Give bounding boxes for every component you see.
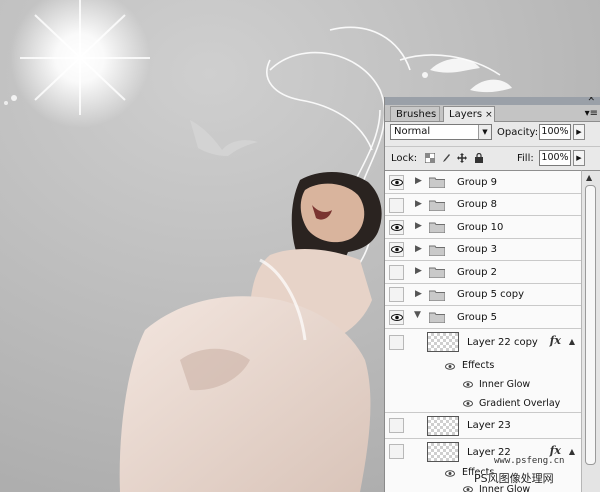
layer-row-group-10[interactable]: ▶ Group 10 bbox=[385, 216, 581, 239]
visibility-toggle[interactable] bbox=[389, 265, 404, 280]
lock-label: Lock: bbox=[391, 153, 418, 164]
tab-brushes[interactable]: Brushes bbox=[390, 106, 440, 121]
lock-move-icon[interactable] bbox=[457, 153, 467, 163]
eye-icon bbox=[391, 224, 403, 231]
visibility-toggle[interactable] bbox=[389, 287, 404, 302]
folder-icon bbox=[429, 267, 445, 278]
watermark-name: PS风图像处理网 bbox=[474, 472, 554, 485]
folder-icon bbox=[429, 222, 445, 233]
blend-mode-select[interactable]: Normal ▼ bbox=[390, 124, 492, 140]
opacity-input[interactable]: 100% bbox=[539, 124, 571, 140]
layers-scrollbar[interactable]: ▲ bbox=[581, 170, 600, 492]
opacity-slider-button[interactable]: ▶ bbox=[573, 124, 585, 140]
eye-icon bbox=[391, 314, 403, 321]
visibility-toggle[interactable] bbox=[389, 335, 404, 350]
layer-row-group-5-copy[interactable]: ▶ Group 5 copy bbox=[385, 284, 581, 306]
expand-triangle-icon[interactable]: ▶ bbox=[415, 176, 422, 186]
expand-triangle-icon[interactable]: ▶ bbox=[415, 221, 422, 231]
layer-name: Group 3 bbox=[457, 244, 497, 255]
visibility-toggle[interactable] bbox=[389, 310, 404, 325]
eye-icon[interactable] bbox=[445, 470, 455, 477]
layers-panel: ✕ Brushes Layers × ▾≡ Normal ▼ Opacity: 1… bbox=[384, 97, 600, 492]
expand-triangle-icon[interactable]: ▶ bbox=[415, 199, 422, 209]
opacity-label: Opacity: bbox=[497, 127, 539, 138]
effect-name: Gradient Overlay bbox=[479, 398, 561, 409]
scroll-up-icon[interactable]: ▲ bbox=[586, 173, 592, 182]
layer-thumbnail bbox=[427, 442, 459, 462]
scrollbar-thumb[interactable] bbox=[585, 185, 596, 465]
watermark-url: www.psfeng.cn bbox=[494, 456, 565, 466]
eye-icon[interactable] bbox=[445, 363, 455, 370]
effects-label: Effects bbox=[462, 360, 495, 371]
layer-name: Group 10 bbox=[457, 222, 504, 233]
layer-row-layer-22-copy[interactable]: Layer 22 copy fx ▲ bbox=[385, 329, 581, 357]
layer-name: Group 9 bbox=[457, 177, 497, 188]
layer-row-group-5[interactable]: ▼ Group 5 bbox=[385, 306, 581, 329]
expand-triangle-icon[interactable]: ▶ bbox=[415, 289, 422, 299]
fx-icon[interactable]: fx bbox=[550, 334, 561, 347]
eye-icon[interactable] bbox=[463, 486, 473, 492]
visibility-toggle[interactable] bbox=[389, 220, 404, 235]
folder-icon bbox=[429, 200, 445, 211]
eye-icon[interactable] bbox=[463, 400, 473, 407]
layer-row-group-2[interactable]: ▶ Group 2 bbox=[385, 261, 581, 284]
eye-icon[interactable] bbox=[463, 381, 473, 388]
layers-list: ▶ Group 9 ▶ Group 8 ▶ Group 10 ▶ Group 3… bbox=[385, 170, 581, 492]
visibility-toggle[interactable] bbox=[389, 242, 404, 257]
layer-thumbnail bbox=[427, 332, 459, 352]
tab-layers-label: Layers bbox=[449, 109, 483, 120]
visibility-toggle[interactable] bbox=[389, 175, 404, 190]
folder-icon bbox=[429, 290, 445, 301]
lock-fill-row: Lock: Fill: 100% ▶ bbox=[385, 146, 600, 169]
effects-row[interactable]: Effects bbox=[385, 357, 581, 375]
tab-layers[interactable]: Layers × bbox=[443, 106, 495, 122]
layer-thumbnail bbox=[427, 416, 459, 436]
folder-icon bbox=[429, 245, 445, 256]
eye-icon bbox=[391, 179, 403, 186]
visibility-toggle[interactable] bbox=[389, 418, 404, 433]
lock-all-icon[interactable] bbox=[474, 152, 484, 163]
layer-name: Group 2 bbox=[457, 267, 497, 278]
layer-name: Layer 23 bbox=[467, 420, 511, 431]
effect-row-gradient-overlay[interactable]: Gradient Overlay bbox=[385, 394, 581, 413]
fill-label: Fill: bbox=[517, 153, 534, 164]
eye-icon bbox=[391, 246, 403, 253]
panel-title-bar[interactable]: ✕ bbox=[385, 97, 600, 105]
layer-row-layer-23[interactable]: Layer 23 bbox=[385, 413, 581, 439]
layer-name: Group 8 bbox=[457, 199, 497, 210]
effects-toggle-icon[interactable]: ▲ bbox=[569, 337, 575, 346]
layer-row-group-8[interactable]: ▶ Group 8 bbox=[385, 194, 581, 216]
lock-brush-icon[interactable] bbox=[441, 153, 451, 163]
panel-menu-icon[interactable]: ▾≡ bbox=[585, 108, 598, 119]
fill-input[interactable]: 100% bbox=[539, 150, 571, 166]
watermark: www.psfeng.cn PS风图像处理网 bbox=[474, 454, 596, 488]
folder-icon bbox=[429, 177, 445, 188]
blend-mode-value: Normal bbox=[394, 126, 431, 137]
tab-layers-close-icon[interactable]: × bbox=[485, 110, 493, 120]
collapse-triangle-icon[interactable]: ▼ bbox=[414, 310, 421, 320]
expand-triangle-icon[interactable]: ▶ bbox=[415, 266, 422, 276]
layer-row-group-3[interactable]: ▶ Group 3 bbox=[385, 239, 581, 261]
blend-opacity-row: Normal ▼ Opacity: 100% ▶ bbox=[385, 122, 600, 144]
layer-name: Layer 22 copy bbox=[467, 337, 538, 348]
effect-name: Inner Glow bbox=[479, 379, 531, 390]
chevron-down-icon[interactable]: ▼ bbox=[478, 125, 491, 139]
visibility-toggle[interactable] bbox=[389, 198, 404, 213]
effect-row-inner-glow[interactable]: Inner Glow bbox=[385, 375, 581, 394]
tab-brushes-label: Brushes bbox=[396, 109, 437, 120]
fill-slider-button[interactable]: ▶ bbox=[573, 150, 585, 166]
visibility-toggle[interactable] bbox=[389, 444, 404, 459]
lock-transparent-icon[interactable] bbox=[424, 152, 436, 164]
layer-name: Group 5 copy bbox=[457, 289, 525, 300]
folder-icon bbox=[429, 312, 445, 323]
layer-row-group-9[interactable]: ▶ Group 9 bbox=[385, 171, 581, 194]
panel-close-icon[interactable]: ✕ bbox=[587, 97, 595, 104]
expand-triangle-icon[interactable]: ▶ bbox=[415, 244, 422, 254]
panel-tabs: Brushes Layers × ▾≡ bbox=[385, 105, 600, 122]
layer-name: Group 5 bbox=[457, 312, 497, 323]
